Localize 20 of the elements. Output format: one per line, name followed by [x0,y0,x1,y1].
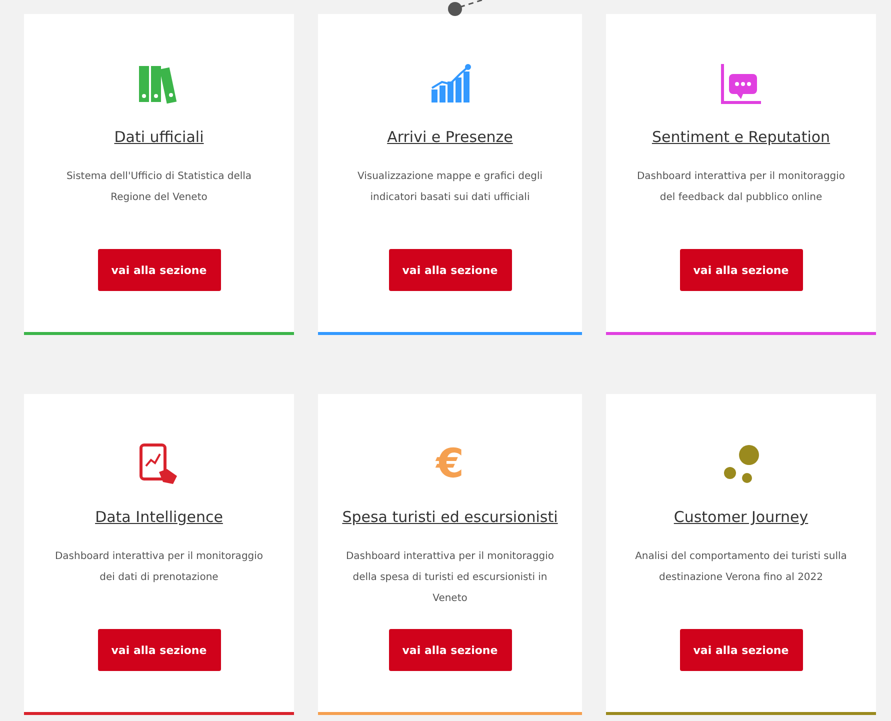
section-button[interactable]: vai alla sezione [388,629,512,671]
chat-chart-icon [719,62,763,106]
section-button[interactable]: vai alla sezione [98,249,220,291]
card-title: Arrivi e Presenze [387,127,513,148]
card-description: Analisi del comportamento dei turisti sulla destinazione Verona fino al 2022 [634,550,848,585]
card-title: Dati ufficiali [114,127,204,148]
card-title: Data Intelligence [95,507,223,528]
card-title: Sentiment e Reputation [652,127,830,148]
card-title: Customer Journey [674,507,808,528]
card-description: Visualizzazione mappe e grafici degli indicatori basati sui dati ufficiali [356,170,544,205]
card-description: Sistema dell'Ufficio di Statistica della Regione del Veneto [65,170,253,205]
card-description: Dashboard interattiva per il monitoraggio del feedback dal pubblico online [636,170,846,205]
card-description: Dashboard interattiva per il monitoraggio dei dati di prenotazione [54,550,264,585]
card-title: Spesa turisti ed escursionisti [342,507,558,528]
euro-icon: € [436,442,464,486]
section-button[interactable]: vai alla sezione [98,629,220,671]
section-button[interactable]: vai alla sezione [680,249,802,291]
section-button[interactable]: vai alla sezione [680,629,802,671]
card-description: Dashboard interattiva per il monitoraggio della spesa di turisti ed escursionisti in Veneto [344,550,556,606]
section-button[interactable]: vai alla sezione [388,249,512,291]
